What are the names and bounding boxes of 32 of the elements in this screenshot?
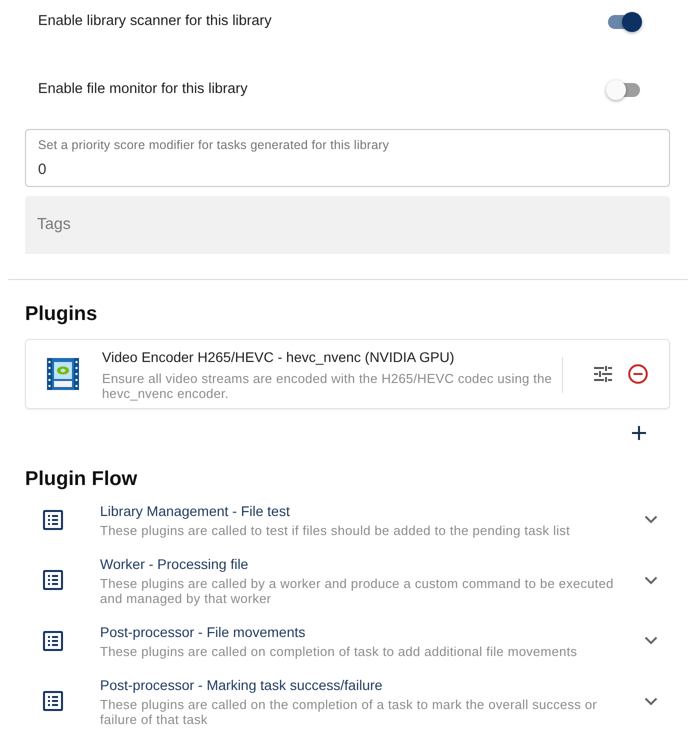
tags-field[interactable]: Tags xyxy=(25,196,670,254)
list-icon xyxy=(43,630,63,650)
minus-circle-icon xyxy=(628,364,648,384)
sliders-icon xyxy=(594,366,612,382)
toggle-switch[interactable] xyxy=(606,11,642,33)
toggle-label: Enable library scanner for this library xyxy=(38,12,272,32)
toggle-label: Enable file monitor for this library xyxy=(38,80,248,100)
chevron-down-icon[interactable] xyxy=(644,636,658,645)
list-icon xyxy=(43,510,63,530)
section-heading: Plugin Flow xyxy=(25,467,138,491)
chevron-down-icon[interactable] xyxy=(644,515,658,524)
chevron-down-icon[interactable] xyxy=(644,696,658,706)
flow-description: These plugins are called to test if files should be added to the pending task list xyxy=(100,523,572,538)
flow-description: These plugins are called on completion of task to add additional file movements xyxy=(100,644,578,659)
flow-title: Post-processor - File movements xyxy=(100,623,306,642)
list-icon xyxy=(43,691,63,711)
plugin-description: Ensure all video streams are encoded with the H265/HEVC codec using the hevc_nvenc encoder. xyxy=(102,371,553,401)
flow-title: Worker - Processing file xyxy=(100,555,250,574)
toggle-switch[interactable] xyxy=(606,79,642,101)
chevron-down-icon[interactable] xyxy=(644,576,658,584)
field-label: Set a priority score modifier for tasks generated for this library xyxy=(38,138,390,153)
plus-icon xyxy=(632,426,646,440)
section-heading: Plugins xyxy=(25,302,98,326)
settings-button[interactable] xyxy=(594,366,612,382)
plugin-title: Video Encoder H265/HEVC - hevc_nvenc (NVIDIA GPU) xyxy=(102,348,456,367)
film-strip-icon xyxy=(45,357,81,391)
remove-button[interactable] xyxy=(628,364,648,384)
flow-description: These plugins are called by a worker and produce a custom command to be executed and managed by that worker xyxy=(100,576,615,606)
flow-title: Library Management - File test xyxy=(100,502,291,521)
list-icon xyxy=(43,570,63,590)
flow-title: Post-processor - Marking task success/failure xyxy=(100,676,384,695)
flow-description: These plugins are called on the completion of a task to mark the overall success or failure of that task xyxy=(100,697,598,727)
